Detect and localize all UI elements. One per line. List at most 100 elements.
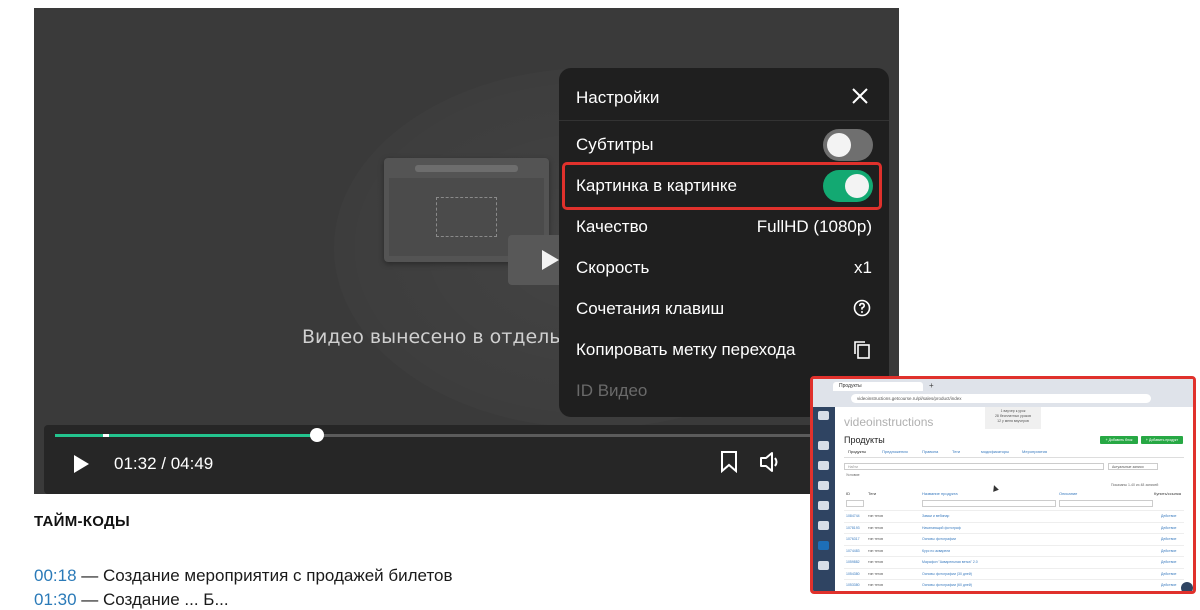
pip-window[interactable]: Продукты + videoinstructions.getcourse.r… — [810, 376, 1196, 594]
shortcuts-label: Сочетания клавиш — [576, 299, 725, 318]
row-tag: тип тегов — [868, 537, 883, 541]
row-product-name[interactable]: Основы фотографии (60 дней) — [922, 580, 972, 591]
table-row[interactable]: 1084744 тип тегов Замки и вебинар Действие — [844, 510, 1184, 522]
column-header[interactable]: Название продукта — [922, 491, 958, 496]
column-header[interactable]: Описание — [1059, 491, 1077, 496]
description-filter-input[interactable] — [1059, 500, 1153, 507]
progress-marker — [103, 434, 109, 437]
table-row[interactable]: 1076317 тип тегов Основы фотографии Действи… — [844, 533, 1184, 545]
row-id[interactable]: 1059882 — [846, 557, 860, 568]
timecode-item: 00:18 — Создание мероприятия с продажей … — [34, 566, 453, 586]
copy-timestamp-row[interactable]: Копировать метку перехода — [559, 331, 889, 369]
name-filter-input[interactable] — [922, 500, 1056, 507]
row-product-name[interactable]: Основы фотографии — [922, 534, 956, 545]
record-count: Показаны 1-40 из 48 записей — [1111, 483, 1159, 487]
row-tag: тип тегов — [868, 583, 883, 587]
sidebar-item[interactable] — [818, 461, 829, 470]
sidebar-item[interactable] — [818, 501, 829, 510]
bookmark-icon[interactable] — [720, 451, 738, 473]
row-action[interactable]: Действие — [1161, 580, 1176, 591]
row-action[interactable]: Действие — [1161, 534, 1176, 545]
settings-title: Настройки — [576, 88, 660, 107]
row-action[interactable]: Действие — [1161, 523, 1176, 534]
avatar[interactable] — [818, 411, 829, 420]
timecode-link[interactable]: 00:18 — [34, 566, 77, 585]
speed-value: x1 — [854, 258, 872, 277]
add-product-button[interactable]: + Добавить продукт — [1141, 436, 1183, 444]
row-id[interactable]: 1078193 — [846, 523, 860, 534]
new-tab-icon[interactable]: + — [929, 381, 934, 390]
progress-thumb[interactable] — [309, 428, 324, 442]
column-header: Купить/ссылка — [1154, 491, 1182, 496]
row-product-name[interactable]: Замки и вебинар — [922, 511, 949, 522]
row-tag: тип тегов — [868, 560, 883, 564]
progress-fill — [55, 434, 317, 437]
page-title: Продукты — [844, 435, 885, 445]
timecode-link[interactable]: 01:30 — [34, 590, 77, 609]
table-row[interactable]: 1059882 тип тегов Марафон "Акварельная вет… — [844, 556, 1184, 568]
tab-rules[interactable]: Правила — [922, 449, 938, 454]
column-header: ID — [846, 491, 850, 496]
chat-icon[interactable] — [1181, 582, 1193, 591]
table-row[interactable]: 1074483 тип тегов Курс по акварели Действие — [844, 544, 1184, 557]
sidebar-item[interactable] — [818, 441, 829, 450]
settings-menu: Настройки Субтитры Картинка в картинке К… — [559, 68, 889, 417]
row-action[interactable]: Действие — [1161, 511, 1176, 522]
table-row[interactable]: 1078193 тип тегов Начинающий фотограф Дейст… — [844, 521, 1184, 534]
id-filter-input[interactable] — [846, 500, 864, 507]
copy-icon — [854, 341, 870, 359]
tab-offers[interactable]: Предложения — [882, 449, 908, 454]
progress-bar[interactable] — [55, 428, 899, 442]
mouse-cursor — [991, 484, 999, 492]
quality-label: Качество — [576, 217, 648, 236]
row-product-name[interactable]: Начинающий фотограф — [922, 523, 961, 534]
table-row[interactable]: 1054380 тип тегов Основы фотографии (30 дн… — [844, 567, 1184, 580]
table-row[interactable]: 1053380 тип тегов Основы фотографии (60 дн… — [844, 579, 1184, 591]
add-condition-link[interactable]: Условие — [846, 473, 860, 477]
row-tag: тип тегов — [868, 525, 883, 530]
sidebar-item[interactable] — [818, 521, 829, 530]
timecode-text: — Создание мероприятия с продажей билето… — [76, 566, 453, 585]
play-icon — [542, 250, 559, 270]
row-id[interactable]: 1076317 — [846, 534, 860, 545]
copy-timestamp-label: Копировать метку перехода — [576, 340, 796, 359]
row-action[interactable]: Действие — [1161, 569, 1176, 580]
browser-tab[interactable]: Продукты — [833, 382, 923, 391]
close-icon[interactable] — [850, 86, 870, 106]
shortcuts-row[interactable]: Сочетания клавиш — [559, 290, 889, 328]
subtitles-toggle[interactable] — [823, 129, 873, 161]
address-bar[interactable]: videoinstructions.getcourse.ru/pl/sales/… — [851, 394, 1151, 403]
sidebar-item[interactable] — [818, 561, 829, 570]
row-action[interactable]: Действие — [1161, 546, 1176, 557]
row-product-name[interactable]: Марафон "Акварельная ветка" 2.0 — [922, 557, 978, 568]
speed-row[interactable]: Скорость x1 — [559, 249, 889, 287]
play-icon[interactable] — [74, 455, 89, 473]
app-sidebar — [813, 407, 835, 591]
row-tag: тип тегов — [868, 514, 883, 518]
row-product-name[interactable]: Курс по акварели — [922, 546, 950, 557]
row-id[interactable]: 1074483 — [846, 546, 860, 557]
tab-tags[interactable]: Теги — [952, 449, 960, 454]
search-input[interactable]: Найти — [844, 463, 1104, 470]
row-tag: тип тегов — [868, 548, 883, 553]
row-id[interactable]: 1053380 — [846, 580, 860, 591]
row-action[interactable]: Действие — [1161, 557, 1176, 568]
help-icon — [853, 299, 871, 317]
row-id[interactable]: 1084744 — [846, 511, 860, 522]
row-product-name[interactable]: Основы фотографии (30 дней) — [922, 569, 972, 580]
tab-products[interactable]: Продукты — [848, 449, 866, 454]
tab-modifiers[interactable]: модификаторы — [981, 449, 1009, 454]
player-controls: 01:32 / 04:49 — [44, 425, 899, 494]
add-block-button[interactable]: + Добавить блок — [1100, 436, 1138, 444]
tab-events[interactable]: Мероприятия — [1022, 449, 1047, 454]
speed-label: Скорость — [576, 258, 650, 277]
brand-name: videoinstructions — [844, 415, 934, 429]
volume-icon[interactable] — [759, 451, 783, 473]
sidebar-item[interactable] — [818, 481, 829, 490]
sidebar-item-active[interactable] — [818, 541, 829, 550]
timecodes-heading: ТАЙМ-КОДЫ — [34, 513, 131, 530]
row-id[interactable]: 1054380 — [846, 569, 860, 580]
filter-select[interactable]: Актуальные записи — [1108, 463, 1158, 470]
subtitles-row[interactable]: Субтитры — [559, 126, 889, 164]
quality-row[interactable]: Качество FullHD (1080p) — [559, 208, 889, 246]
